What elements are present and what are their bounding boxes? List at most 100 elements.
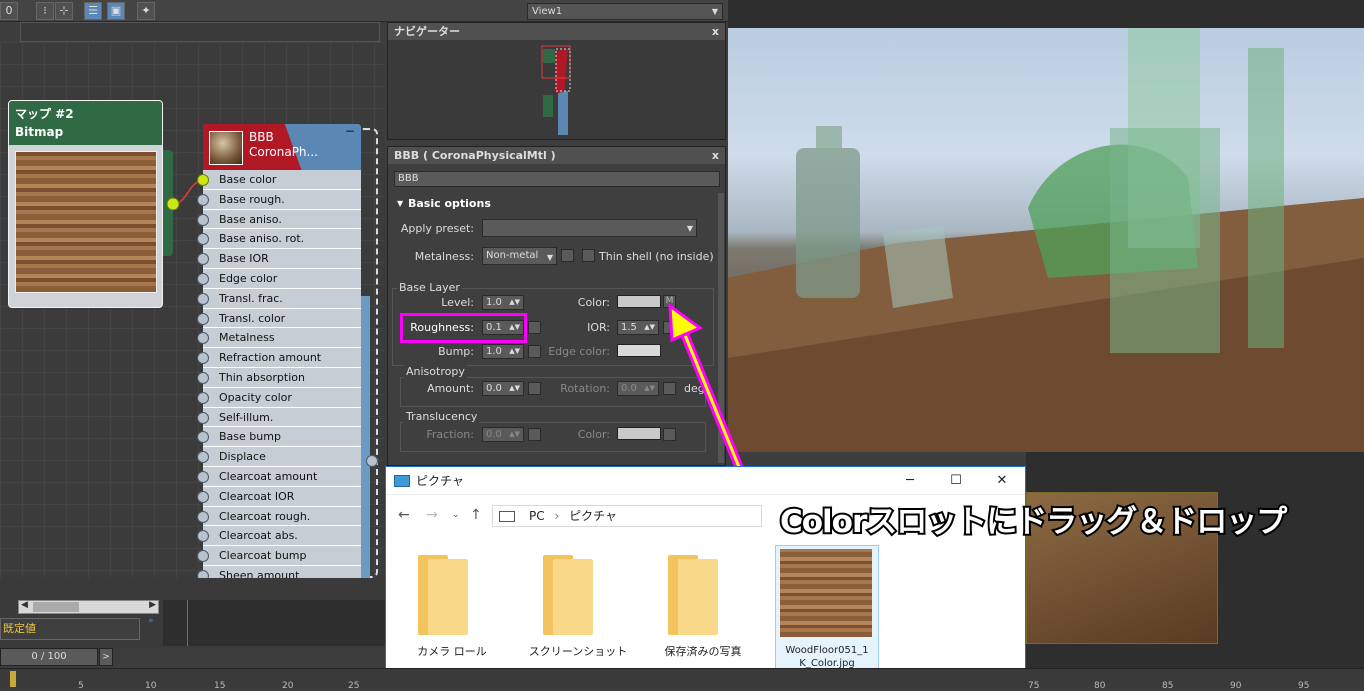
material-slot[interactable]: Clearcoat IOR [197, 487, 361, 507]
address-segment-pc[interactable]: PC [529, 509, 545, 523]
slot-socket[interactable] [197, 332, 209, 345]
slot-socket[interactable] [197, 213, 209, 226]
bitmap-node[interactable]: マップ #2 Bitmap [8, 100, 163, 308]
time-slider-handle[interactable] [10, 671, 16, 687]
slot-socket[interactable] [197, 451, 209, 464]
back-arrow-icon[interactable]: ← [398, 507, 410, 523]
default-value-field[interactable]: 既定値 [0, 618, 140, 640]
slot-socket[interactable] [197, 272, 209, 285]
material-slot[interactable]: Edge color [197, 269, 361, 289]
material-output-socket[interactable] [366, 455, 378, 467]
ior-spinner[interactable]: 1.5 ▲▼ [617, 320, 659, 335]
material-slot[interactable]: Transl. frac. [197, 289, 361, 309]
folder-icon[interactable] [666, 555, 722, 635]
slot-socket[interactable] [197, 550, 209, 563]
slot-socket[interactable] [197, 411, 209, 424]
viewport-layout-button[interactable]: 0 [0, 2, 18, 20]
hierarchy-icon[interactable]: ⊹ [55, 2, 73, 20]
translucency-color-swatch[interactable] [617, 427, 661, 440]
material-slot[interactable]: Opacity color [197, 388, 361, 408]
material-slot[interactable]: Self-illum. [197, 408, 361, 428]
level-spinner[interactable]: 1.0 ▲▼ [482, 295, 524, 310]
slot-socket[interactable] [197, 530, 209, 543]
folder-saved-pictures-label[interactable]: 保存済みの写真 [638, 643, 768, 659]
material-slot[interactable]: Metalness [197, 328, 361, 349]
anisotropy-amount-spinner[interactable]: 0.0 ▲▼ [482, 381, 524, 396]
base-color-swatch[interactable] [617, 295, 661, 308]
slot-socket[interactable] [197, 193, 209, 206]
minimize-icon[interactable]: ─ [887, 467, 933, 495]
collapse-node-button[interactable]: − [345, 124, 355, 138]
rollout-basic-options[interactable]: Basic options [394, 195, 714, 212]
material-slot[interactable]: Base color [197, 170, 361, 190]
slot-socket[interactable] [197, 174, 209, 186]
slot-socket[interactable] [197, 470, 209, 483]
material-slot[interactable]: Displace [197, 447, 361, 467]
close-icon[interactable]: x [712, 147, 719, 164]
navigator-minimap[interactable] [538, 43, 578, 138]
slot-socket[interactable] [197, 510, 209, 523]
material-slot[interactable]: Base aniso. [197, 210, 361, 230]
material-slot[interactable]: Clearcoat abs. [197, 526, 361, 547]
forward-arrow-icon[interactable]: → [426, 507, 438, 523]
list-view-icon[interactable]: ☰ [84, 2, 102, 20]
material-slot[interactable]: Clearcoat rough. [197, 507, 361, 527]
slot-socket[interactable] [197, 391, 209, 404]
slot-socket[interactable] [197, 312, 209, 325]
slot-socket[interactable] [197, 371, 209, 384]
slot-socket[interactable] [197, 490, 209, 503]
material-slot[interactable]: Clearcoat bump [197, 546, 361, 566]
slot-socket[interactable] [197, 233, 209, 246]
apply-preset-dropdown[interactable]: ▼ [482, 219, 697, 237]
folder-icon[interactable] [416, 555, 472, 635]
slate-view-icon[interactable]: ▣ [107, 2, 125, 20]
scroll-thumb[interactable] [33, 602, 79, 612]
material-slot[interactable]: Thin absorption [197, 368, 361, 388]
maximize-icon[interactable]: ☐ [933, 467, 979, 495]
horizontal-scrollbar[interactable]: ◀ ▶ [18, 600, 159, 614]
recent-chevron-icon[interactable]: ⌄ [452, 510, 460, 520]
material-node[interactable]: BBB CoronaPh... − Base color Base rough. B… [197, 124, 361, 586]
frame-counter[interactable]: 0 / 100 [0, 648, 98, 666]
slot-socket[interactable] [197, 292, 209, 305]
close-icon[interactable]: x [712, 23, 719, 40]
material-slot[interactable]: Transl. color [197, 309, 361, 329]
address-bar[interactable]: PC › ピクチャ [492, 505, 762, 527]
material-slot[interactable]: Clearcoat amount [197, 467, 361, 487]
close-icon[interactable]: ✕ [979, 467, 1025, 495]
timeline-ruler[interactable] [0, 668, 1364, 688]
folder-camera-roll-label[interactable]: カメラ ロール [394, 643, 510, 659]
material-slot[interactable]: Base bump [197, 427, 361, 448]
thin-shell-checkbox[interactable] [582, 249, 595, 262]
metalness-dropdown[interactable]: Non-metal ▼ [482, 247, 557, 265]
scroll-left-icon[interactable]: ◀ [21, 600, 28, 610]
material-slot[interactable]: Base aniso. rot. [197, 229, 361, 250]
anisotropy-rotation-spinner[interactable]: 0.0 ▲▼ [617, 381, 659, 396]
edge-color-swatch[interactable] [617, 344, 661, 357]
slot-socket[interactable] [197, 253, 209, 266]
select-tool-icon[interactable]: ⁝ [36, 2, 54, 20]
material-slot[interactable]: Base rough. [197, 190, 361, 210]
bump-spinner[interactable]: 1.0 ▲▼ [482, 344, 524, 359]
address-segment-pictures[interactable]: ピクチャ [569, 509, 617, 523]
expand-icon[interactable]: » [148, 616, 154, 626]
translucency-fraction-spinner[interactable]: 0.0 ▲▼ [482, 427, 524, 442]
render-viewport[interactable] [728, 28, 1364, 452]
folder-icon[interactable] [541, 555, 597, 635]
view-selector[interactable]: View1 ▼ [527, 3, 723, 20]
scroll-right-icon[interactable]: ▶ [149, 600, 156, 610]
slot-socket[interactable] [197, 431, 209, 444]
material-node-scrollbar[interactable] [361, 296, 370, 579]
pick-material-icon[interactable]: ✦ [137, 2, 155, 20]
metalness-map-button[interactable] [561, 249, 574, 262]
file-name-label: WoodFloor051_1 K_Color.jpg [776, 644, 878, 670]
slot-socket[interactable] [197, 352, 209, 365]
material-name-field[interactable]: BBB [394, 171, 720, 187]
next-frame-button[interactable]: > [99, 648, 113, 666]
roughness-map-slot[interactable] [528, 321, 541, 334]
translucency-fraction-map-slot[interactable] [528, 428, 541, 441]
folder-screenshots-label[interactable]: スクリーンショット [508, 643, 648, 659]
material-slot[interactable]: Refraction amount [197, 348, 361, 368]
material-slot[interactable]: Base IOR [197, 249, 361, 269]
up-arrow-icon[interactable]: ↑ [470, 507, 482, 523]
